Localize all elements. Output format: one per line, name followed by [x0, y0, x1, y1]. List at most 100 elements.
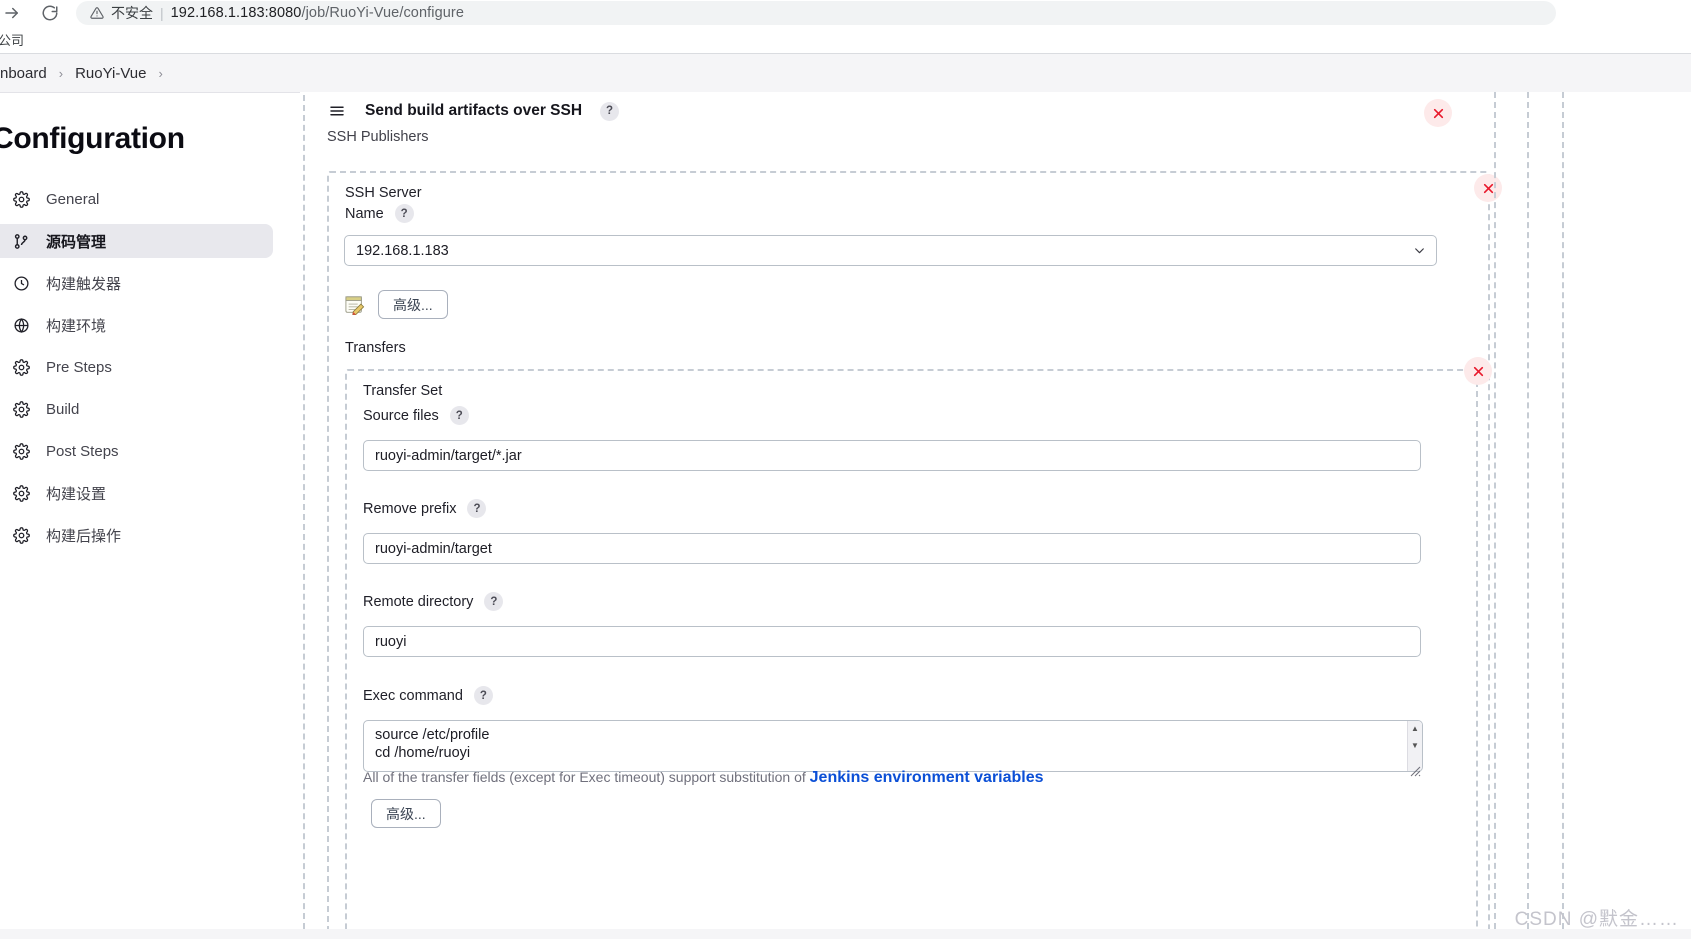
sidebar-item-label: Pre Steps: [46, 358, 112, 376]
sidebar-item-build-triggers[interactable]: 构建触发器: [0, 266, 273, 300]
sidebar-item-label: 构建后操作: [46, 527, 122, 545]
gear-icon: [11, 525, 31, 545]
sidebar-item-build-settings[interactable]: 构建设置: [0, 476, 273, 510]
url-text: 192.168.1.183:8080/job/RuoYi-Vue/configu…: [171, 5, 464, 21]
help-icon[interactable]: ?: [484, 592, 504, 611]
sidebar-item-label: 源码管理: [46, 233, 107, 251]
browser-nav-buttons: [0, 3, 60, 23]
help-icon[interactable]: ?: [394, 204, 414, 223]
transfer-set-close-button[interactable]: [1464, 357, 1492, 385]
main-content: Send build artifacts over SSH ? SSH Publ…: [300, 92, 1691, 939]
exec-command-textarea[interactable]: [363, 720, 1423, 772]
transfer-set-legend: Transfer Set: [363, 383, 442, 399]
transfer-set-advanced-button[interactable]: 高级...: [371, 799, 441, 828]
browser-toolbar: 不安全 | 192.168.1.183:8080/job/RuoYi-Vue/c…: [0, 0, 1691, 25]
ssh-publisher-panel: Send build artifacts over SSH ? SSH Publ…: [303, 95, 1502, 939]
dashed-rail: [1494, 92, 1496, 939]
address-bar[interactable]: 不安全 | 192.168.1.183:8080/job/RuoYi-Vue/c…: [76, 0, 1556, 25]
sidebar-item-build-environment[interactable]: 构建环境: [0, 308, 273, 342]
ssh-server-legend: SSH Server Name ?: [345, 185, 422, 223]
ssh-server-advanced-button[interactable]: 高级...: [378, 290, 448, 319]
reload-icon[interactable]: [40, 3, 60, 23]
gear-icon: [11, 483, 31, 503]
sidebar-item-scm[interactable]: 源码管理: [0, 224, 273, 258]
source-files-field: Source files ?: [363, 406, 1421, 471]
panel-header: Send build artifacts over SSH ?: [327, 101, 620, 121]
breadcrumb: nboard › RuoYi-Vue ›: [0, 54, 1691, 92]
sidebar-item-post-build-actions[interactable]: 构建后操作: [0, 518, 273, 552]
jenkins-env-vars-link[interactable]: Jenkins environment variables: [810, 769, 1044, 786]
chevron-right-icon: ›: [158, 65, 163, 81]
transfers-label: Transfers: [345, 340, 406, 356]
gear-icon: [11, 357, 31, 377]
sidebar-item-pre-steps[interactable]: Pre Steps: [0, 350, 273, 384]
sidebar-item-post-steps[interactable]: Post Steps: [0, 434, 273, 468]
sidebar-nav: General 源码管理 构建触发器 构建环境 Pre Steps Build …: [0, 182, 300, 552]
remote-directory-input[interactable]: [363, 626, 1421, 657]
sidebar: Configuration General 源码管理 构建触发器 构建环境 Pr…: [0, 100, 300, 560]
ssh-server-group: SSH Server Name ? 192.168.1.183 高级... Tr…: [327, 171, 1502, 939]
transfer-hint-text: All of the transfer fields (except for E…: [363, 769, 810, 785]
branch-icon: [11, 231, 31, 251]
sidebar-item-label: 构建环境: [46, 317, 107, 335]
help-icon[interactable]: ?: [449, 406, 469, 425]
page-title: Configuration: [0, 122, 185, 155]
notepad-pencil-icon: [344, 295, 366, 315]
url-host: 192.168.1.183:8080: [170, 4, 302, 21]
gear-icon: [11, 189, 31, 209]
sidebar-item-build[interactable]: Build: [0, 392, 273, 426]
remote-directory-label: Remote directory: [363, 593, 474, 610]
scroll-down-icon[interactable]: ▼: [1411, 742, 1419, 750]
omnibox-separator: |: [160, 4, 164, 21]
remove-prefix-input[interactable]: [363, 533, 1421, 564]
source-files-label: Source files: [363, 407, 439, 424]
breadcrumb-item-dashboard[interactable]: nboard: [0, 65, 47, 82]
exec-command-field: Exec command ? ▲ ▼: [363, 686, 1423, 777]
security-status-label: 不安全: [111, 4, 153, 21]
bookmarks-bar: 公司: [0, 25, 1691, 53]
warning-triangle-icon: [90, 6, 104, 20]
sidebar-item-label: Post Steps: [46, 442, 119, 460]
remove-prefix-label: Remove prefix: [363, 500, 457, 517]
transfer-set-legend-text: Transfer Set: [363, 383, 443, 399]
exec-command-label: Exec command: [363, 687, 463, 704]
forward-arrow-icon[interactable]: [2, 3, 22, 23]
help-icon[interactable]: ?: [473, 686, 493, 705]
ssh-server-close-button[interactable]: [1474, 174, 1502, 202]
dashed-rail: [1562, 92, 1564, 939]
drag-handle-icon[interactable]: [327, 101, 347, 121]
remove-prefix-field: Remove prefix ?: [363, 499, 1421, 564]
ssh-server-advanced-row: 高级...: [344, 290, 448, 319]
gear-icon: [11, 399, 31, 419]
sidebar-item-label: Build: [46, 400, 80, 418]
ssh-server-name-select[interactable]: 192.168.1.183: [344, 235, 1437, 266]
panel-title: Send build artifacts over SSH: [365, 102, 583, 119]
resize-grip-icon[interactable]: [1410, 764, 1421, 777]
source-files-input[interactable]: [363, 440, 1421, 471]
watermark: CSDN @默金……: [1514, 909, 1679, 930]
bookmark-item[interactable]: 公司: [0, 28, 30, 51]
panel-close-button[interactable]: [1424, 99, 1452, 127]
scroll-up-icon[interactable]: ▲: [1411, 725, 1419, 733]
url-path: /job/RuoYi-Vue/configure: [301, 4, 464, 21]
sidebar-item-general[interactable]: General: [0, 182, 273, 216]
screenshot-root: 不安全 | 192.168.1.183:8080/job/RuoYi-Vue/c…: [0, 0, 1691, 939]
help-icon[interactable]: ?: [600, 101, 620, 121]
transfer-hint: All of the transfer fields (except for E…: [363, 769, 1044, 787]
help-icon[interactable]: ?: [467, 499, 487, 518]
chevron-right-icon: ›: [58, 65, 64, 81]
ssh-server-name-select-wrap: 192.168.1.183: [344, 235, 1437, 266]
sidebar-item-label: 构建设置: [46, 485, 107, 503]
remote-directory-field: Remote directory ?: [363, 592, 1421, 657]
sidebar-item-label: General: [46, 190, 100, 208]
globe-icon: [11, 315, 31, 335]
breadcrumb-item-job[interactable]: RuoYi-Vue: [75, 65, 146, 82]
transfer-set-group: Transfer Set Source files ? Remove pre: [345, 357, 1492, 939]
ssh-publishers-label: SSH Publishers: [327, 129, 429, 145]
bottom-strip: [0, 929, 1691, 939]
ssh-server-legend-line1: SSH Server: [345, 185, 422, 201]
clock-icon: [11, 273, 31, 293]
dashed-rail: [1527, 92, 1529, 939]
sidebar-item-label: 构建触发器: [46, 275, 122, 293]
ssh-server-name-label: Name: [345, 205, 384, 222]
